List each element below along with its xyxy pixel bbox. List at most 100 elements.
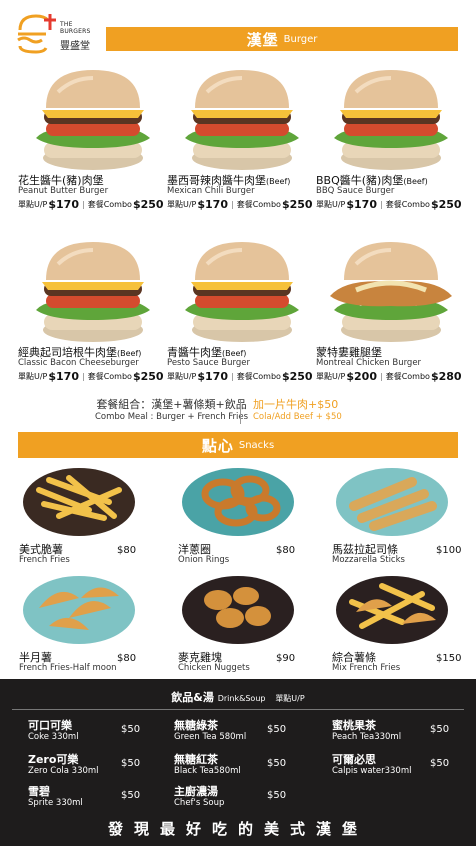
burger-item[interactable]: 蒙特婁雞腿堡 Montreal Chicken Burger 單點U/P $200… (316, 234, 466, 383)
drink-item[interactable]: 可口可樂 Coke 330ml $50 (28, 717, 168, 745)
drink-name-en: Zero Cola 330ml (28, 766, 99, 776)
snack-price: $80 (117, 653, 137, 664)
drink-item[interactable]: 雪碧 Sprite 330ml $50 (28, 783, 168, 811)
combo-label: 套餐Combo (385, 372, 430, 381)
drink-name-en: Sprite 330ml (28, 798, 83, 808)
drink-name-en: Black Tea580ml (174, 766, 241, 776)
drinks-header: 飲品&湯 Drink&Soup 單點U/P (0, 689, 476, 705)
drink-name-cn: Zero可樂 (28, 753, 79, 766)
combo-en: Combo Meal : Burger + French Fries (95, 412, 249, 422)
combo-label: 套餐Combo (236, 372, 281, 381)
drink-item[interactable]: 蜜桃果茶 Peach Tea330ml $50 (332, 717, 472, 745)
drink-name-en: Chef's Soup (174, 798, 225, 808)
snack-price: $150 (436, 653, 462, 664)
drink-name-cn: 雪碧 (28, 785, 50, 798)
half-moon-fries-image (23, 576, 135, 644)
drinks-subtitle: Drink&Soup (217, 694, 266, 703)
snack-name-en: French Fries-Half moon (19, 663, 117, 673)
burger-name-en: Montreal Chicken Burger (316, 358, 422, 368)
snack-item[interactable]: 綜合薯條 Mix French Fries $150 (332, 568, 476, 694)
burger-name-en: Mexican Chili Burger (167, 186, 255, 196)
burger-item[interactable]: 青醬牛肉堡(Beef) Pesto Sauce Burger 單點U/P $170… (167, 234, 317, 383)
burger-item[interactable]: 經典起司培根牛肉堡(Beef) Classic Bacon Cheeseburg… (18, 234, 168, 383)
snack-item[interactable]: 半月薯 French Fries-Half moon $80 (19, 568, 169, 694)
drink-name-en: Green Tea 580ml (174, 732, 247, 742)
snack-item[interactable]: 麥克雞塊 Chicken Nuggets $90 (178, 568, 328, 694)
drink-name-cn: 無糖綠茶 (174, 719, 218, 732)
single-price: $170 (197, 198, 228, 211)
combo-info: 套餐組合：漢堡+薯條類+飲品 Combo Meal : Burger + Fre… (0, 398, 476, 428)
drink-price: $50 (121, 724, 141, 735)
burger-image (18, 234, 168, 344)
burger-beef-tag: (Beef) (222, 349, 247, 358)
burger-name-en: BBQ Sauce Burger (316, 186, 395, 196)
chicken-burger-image (316, 234, 466, 344)
single-price: $170 (197, 370, 228, 383)
drinks-unit: 單點U/P (275, 694, 305, 703)
combo-price: $280 (430, 370, 462, 383)
snack-section-bar: 點心 Snacks (18, 432, 458, 458)
snack-name-en: French Fries (19, 555, 70, 565)
mixed-fries-image (336, 576, 448, 644)
combo-label: 套餐Combo (87, 372, 132, 381)
snack-price: $80 (117, 545, 137, 556)
drink-name-cn: 蜜桃果茶 (332, 719, 376, 732)
add-beef-en: Cola/Add Beef + $50 (253, 412, 342, 422)
logo-en: THE BURGERS (60, 21, 91, 35)
burger-section-subtitle: Burger (283, 33, 318, 45)
drink-item[interactable]: 可爾必思 Calpis water330ml $50 (332, 751, 472, 779)
brand-logo: THE BURGERS 豐盛堂 (14, 10, 114, 54)
snack-price: $100 (436, 545, 462, 556)
burger-price-row: 單點U/P $200 | 套餐Combo $280 (316, 370, 462, 383)
single-price: $170 (48, 198, 79, 211)
snack-name-en: Chicken Nuggets (178, 663, 250, 673)
slogan: 發現最好吃的美式漢堡 (107, 820, 368, 838)
burger-item[interactable]: 墨西哥辣肉醬牛肉堡(Beef) Mexican Chili Burger 單點U… (167, 62, 317, 211)
snack-name-en: Onion Rings (178, 555, 230, 565)
burger-section-bar: 漢堡 Burger (106, 27, 458, 51)
add-beef: 加一片牛肉+$50 Cola/Add Beef + $50 (253, 398, 342, 424)
drink-price: $50 (121, 790, 141, 801)
drink-name-en: Coke 330ml (28, 732, 79, 742)
snack-price: $80 (276, 545, 296, 556)
drink-price: $50 (267, 790, 287, 801)
drink-item[interactable]: 無糖紅茶 Black Tea580ml $50 (174, 751, 314, 779)
combo-price: $250 (132, 370, 164, 383)
drink-item[interactable]: 無糖綠茶 Green Tea 580ml $50 (174, 717, 314, 745)
burger-beef-tag: (Beef) (117, 349, 142, 358)
burger-image (316, 62, 466, 172)
combo-label: 套餐Combo (87, 200, 132, 209)
logo-en-line2: BURGERS (60, 28, 91, 35)
burger-logo-icon (17, 14, 56, 54)
burger-beef-tag: (Beef) (403, 177, 428, 186)
combo-price: $250 (281, 198, 313, 211)
burger-image (167, 62, 317, 172)
burger-name-en: Pesto Sauce Burger (167, 358, 250, 368)
combo-price: $250 (430, 198, 462, 211)
combo-label: 套餐Combo (385, 200, 430, 209)
combo-cn: 套餐組合：漢堡+薯條類+飲品 (96, 398, 247, 411)
burger-item[interactable]: BBQ醬牛(豬)肉堡(Beef) BBQ Sauce Burger 單點U/P $… (316, 62, 466, 211)
burger-item[interactable]: 花生醬牛(豬)肉堡 Peanut Butter Burger 單點U/P $170… (18, 62, 168, 211)
mozzarella-sticks-image (336, 468, 448, 536)
burger-price-row: 單點U/P $170 | 套餐Combo $250 (167, 370, 313, 383)
combo-price: $250 (132, 198, 164, 211)
drink-item[interactable]: Zero可樂 Zero Cola 330ml $50 (28, 751, 168, 779)
burger-price-row: 單點U/P $170 | 套餐Combo $250 (167, 198, 313, 211)
drink-name-cn: 無糖紅茶 (174, 753, 218, 766)
single-label: 單點U/P (18, 200, 48, 209)
chicken-nuggets-image (182, 576, 294, 644)
snack-section-subtitle: Snacks (238, 439, 275, 451)
combo-price: $250 (281, 370, 313, 383)
drink-name-en: Calpis water330ml (332, 766, 412, 776)
logo-en-line1: THE (60, 21, 73, 28)
drink-item[interactable]: 主廚濃湯 Chef's Soup $50 (174, 783, 314, 811)
burger-image (18, 62, 168, 172)
drink-name-cn: 可爾必思 (332, 753, 376, 766)
combo-meal: 套餐組合：漢堡+薯條類+飲品 Combo Meal : Burger + Fre… (95, 398, 248, 424)
single-label: 單點U/P (316, 200, 346, 209)
drink-name-en: Peach Tea330ml (332, 732, 402, 742)
drink-price: $50 (430, 724, 450, 735)
burger-price-row: 單點U/P $170 | 套餐Combo $250 (316, 198, 462, 211)
drink-price: $50 (121, 758, 141, 769)
